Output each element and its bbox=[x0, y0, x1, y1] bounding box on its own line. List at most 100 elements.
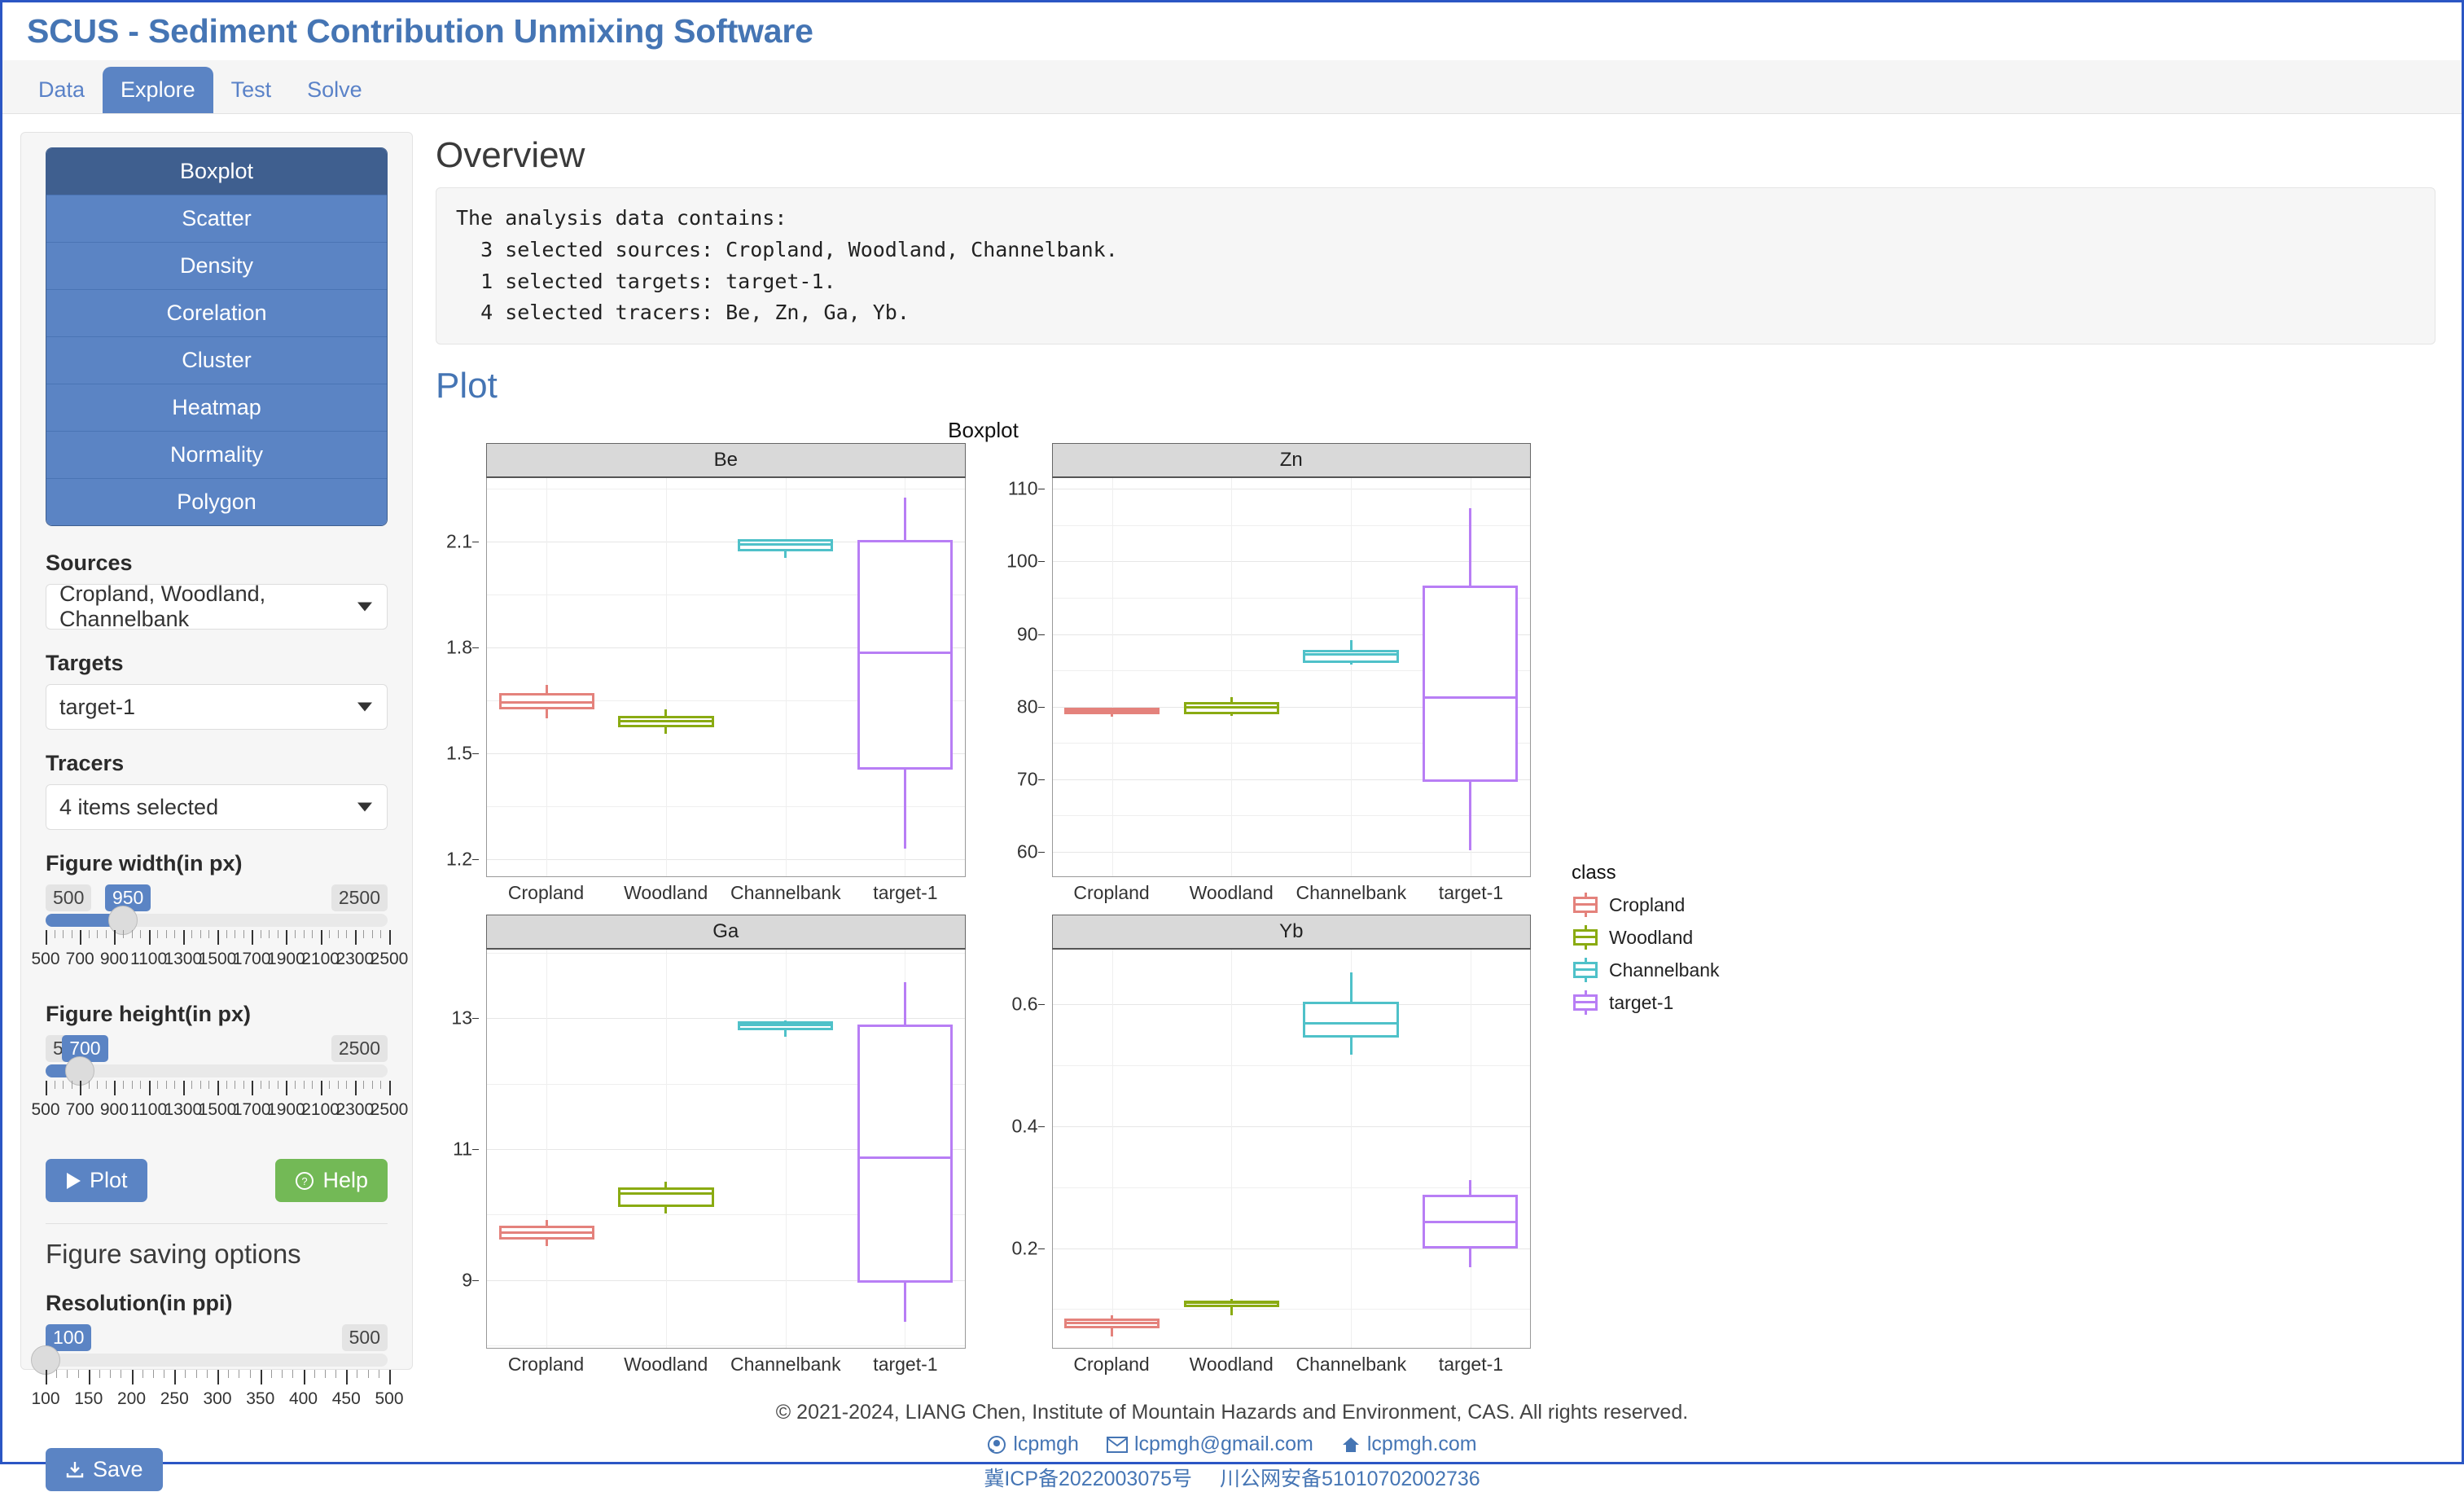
slider-track[interactable] bbox=[46, 914, 388, 927]
x-axis-labels: Cropland Woodland Channelbank target-1 bbox=[1052, 877, 1532, 905]
resolution-label: Resolution(in ppi) bbox=[46, 1291, 233, 1315]
box-rect bbox=[857, 539, 953, 770]
panel-plot-canvas: 9 11 13 bbox=[451, 950, 966, 1349]
box-median bbox=[1064, 709, 1160, 713]
tab-data[interactable]: Data bbox=[20, 67, 103, 113]
overview-text: The analysis data contains: 3 selected s… bbox=[436, 187, 2436, 344]
tab-test[interactable]: Test bbox=[213, 67, 290, 113]
envelope-icon bbox=[1106, 1436, 1128, 1454]
sidebar-item-boxplot[interactable]: Boxplot bbox=[46, 148, 387, 195]
x-axis-tick-label: Cropland bbox=[1073, 1354, 1150, 1375]
slider-max-label: 500 bbox=[341, 1324, 388, 1351]
tracers-select[interactable]: 4 items selected bbox=[46, 784, 388, 830]
sidebar-item-normality[interactable]: Normality bbox=[46, 432, 387, 479]
boxplot-panel-be: Be 1.2 1.5 1.8 2.1 Cropland Woodland Channelban… bbox=[436, 443, 966, 905]
slider-tick-label: 2100 bbox=[301, 950, 340, 968]
figure-height-label: Figure height(in px) bbox=[46, 1002, 251, 1026]
x-axis-tick-label: Woodland bbox=[624, 882, 708, 903]
plot-type-navlist: Boxplot Scatter Density Corelation Cluster He… bbox=[46, 147, 388, 526]
sidebar-item-corelation[interactable]: Corelation bbox=[46, 290, 387, 337]
sidebar-item-density[interactable]: Density bbox=[46, 243, 387, 290]
y-axis-tick bbox=[472, 859, 479, 861]
legend-title: class bbox=[1572, 862, 1616, 884]
slider-tick-label: 250 bbox=[160, 1389, 189, 1408]
sidebar-item-heatmap[interactable]: Heatmap bbox=[46, 384, 387, 432]
tab-explore[interactable]: Explore bbox=[103, 67, 213, 113]
sidebar-item-scatter[interactable]: Scatter bbox=[46, 195, 387, 243]
slider-tick-label: 1700 bbox=[232, 1100, 271, 1119]
box-median bbox=[1183, 706, 1280, 709]
footer-link-lcpmgh-gmail-com[interactable]: lcpmgh@gmail.com bbox=[1106, 1433, 1313, 1456]
page-body: Boxplot Scatter Density Corelation Cluster He… bbox=[2, 114, 2462, 1491]
page-title: SCUS - Sediment Contribution Unmixing So… bbox=[27, 12, 813, 50]
boxplot-panel-ga: Ga 9 11 13 Cropland Woodland Channelbank target… bbox=[436, 915, 966, 1376]
slider-tick-label: 150 bbox=[74, 1389, 103, 1408]
box-cropland bbox=[498, 478, 594, 876]
figure-height-slider[interactable]: 5007002500500700900110013001500170019002… bbox=[31, 1035, 408, 1131]
box-target-1 bbox=[1423, 950, 1519, 1348]
legend-item-label: Channelbank bbox=[1609, 959, 1720, 981]
slider-tick-label: 1900 bbox=[267, 1100, 305, 1119]
boxplot-panel-zn: Zn 60 70 80 90 100 110 Cropland Woodland Channelb… bbox=[1002, 443, 1532, 905]
help-button-label: Help bbox=[322, 1168, 368, 1192]
box-channelbank bbox=[1303, 478, 1399, 876]
box-cropland bbox=[1064, 478, 1160, 876]
legend-item-target-1: target-1 bbox=[1572, 990, 1720, 1015]
y-axis-tick bbox=[472, 753, 479, 755]
x-axis-tick-label: Channelbank bbox=[730, 1354, 841, 1375]
panel-plot-canvas: 0.2 0.4 0.6 bbox=[1012, 950, 1531, 1349]
y-axis-tick-label: 0.6 bbox=[1011, 993, 1038, 1015]
box-median bbox=[498, 700, 594, 704]
footer-link-lcpmgh-com[interactable]: lcpmgh.com bbox=[1341, 1433, 1477, 1456]
footer-icp-link[interactable]: 冀ICP备2022003075号 bbox=[984, 1463, 1192, 1492]
divider bbox=[46, 1223, 388, 1224]
tracers-value: 4 items selected bbox=[59, 794, 219, 819]
legend-item-label: target-1 bbox=[1609, 991, 1674, 1013]
x-axis-tick-label: Channelbank bbox=[730, 882, 841, 903]
y-axis-tick-label: 2.1 bbox=[446, 530, 472, 552]
sources-label: Sources bbox=[46, 551, 133, 575]
footer-link-lcpmgh[interactable]: lcpmgh bbox=[987, 1433, 1079, 1456]
x-axis-tick-label: target-1 bbox=[1438, 882, 1504, 903]
y-axis-tick-label: 110 bbox=[1007, 477, 1038, 499]
slider-track[interactable] bbox=[46, 1354, 388, 1367]
sidebar-item-polygon[interactable]: Polygon bbox=[46, 479, 387, 525]
slider-tick-label: 1900 bbox=[267, 950, 305, 968]
sidebar-item-cluster[interactable]: Cluster bbox=[46, 337, 387, 384]
y-axis-tick-label: 60 bbox=[1016, 840, 1038, 862]
figure-width-slider[interactable]: 500 950 2500 500 700 900 1100 1300 1500 1700 1900 2… bbox=[31, 884, 408, 981]
sidebar: Boxplot Scatter Density Corelation Cluster He… bbox=[20, 132, 413, 1491]
slider-track[interactable] bbox=[46, 1064, 388, 1077]
x-axis-labels: Cropland Woodland Channelbank target-1 bbox=[486, 877, 966, 905]
legend-key-icon bbox=[1572, 990, 1599, 1015]
legend-key-icon bbox=[1572, 958, 1599, 982]
y-axis-tick bbox=[472, 647, 479, 649]
footer-icp-link[interactable]: 川公网安备51010702002736 bbox=[1220, 1463, 1480, 1492]
slider-tick-label: 1300 bbox=[164, 1100, 203, 1119]
slider-tick-label: 2100 bbox=[301, 1100, 340, 1119]
save-button-label: Save bbox=[93, 1457, 143, 1481]
box-woodland bbox=[1183, 478, 1280, 876]
boxplot-panel-grid: Be 1.2 1.5 1.8 2.1 Cropland Woodland Channelban… bbox=[436, 443, 1531, 1386]
legend-item-woodland: Woodland bbox=[1572, 925, 1720, 950]
y-axis-tick bbox=[1037, 1004, 1045, 1006]
home-icon bbox=[1341, 1435, 1361, 1455]
targets-select[interactable]: target-1 bbox=[46, 684, 388, 730]
resolution-slider[interactable]: 100100500100150200250300350400450500 bbox=[31, 1324, 404, 1420]
slider-min-label: 500 bbox=[46, 884, 92, 911]
y-axis-tick-label: 11 bbox=[453, 1138, 472, 1160]
sources-select[interactable]: Cropland, Woodland, Channelbank bbox=[46, 581, 388, 631]
slider-tick-label: 700 bbox=[65, 950, 94, 968]
panel-plot-canvas: 1.2 1.5 1.8 2.1 bbox=[446, 478, 966, 877]
box-median bbox=[1303, 652, 1399, 656]
legend-item-cropland: Cropland bbox=[1572, 893, 1720, 917]
tab-solve[interactable]: Solve bbox=[289, 67, 380, 113]
x-axis-tick-label: target-1 bbox=[1438, 1354, 1504, 1375]
chevron-down-icon bbox=[357, 602, 372, 612]
help-button[interactable]: ? Help bbox=[275, 1159, 388, 1202]
save-button[interactable]: Save bbox=[46, 1448, 163, 1491]
plot-button[interactable]: Plot bbox=[46, 1159, 147, 1202]
y-axis-tick bbox=[1037, 779, 1045, 780]
action-button-row: Plot ? Help bbox=[46, 1159, 388, 1202]
panel-strip-label: Yb bbox=[1051, 915, 1531, 950]
